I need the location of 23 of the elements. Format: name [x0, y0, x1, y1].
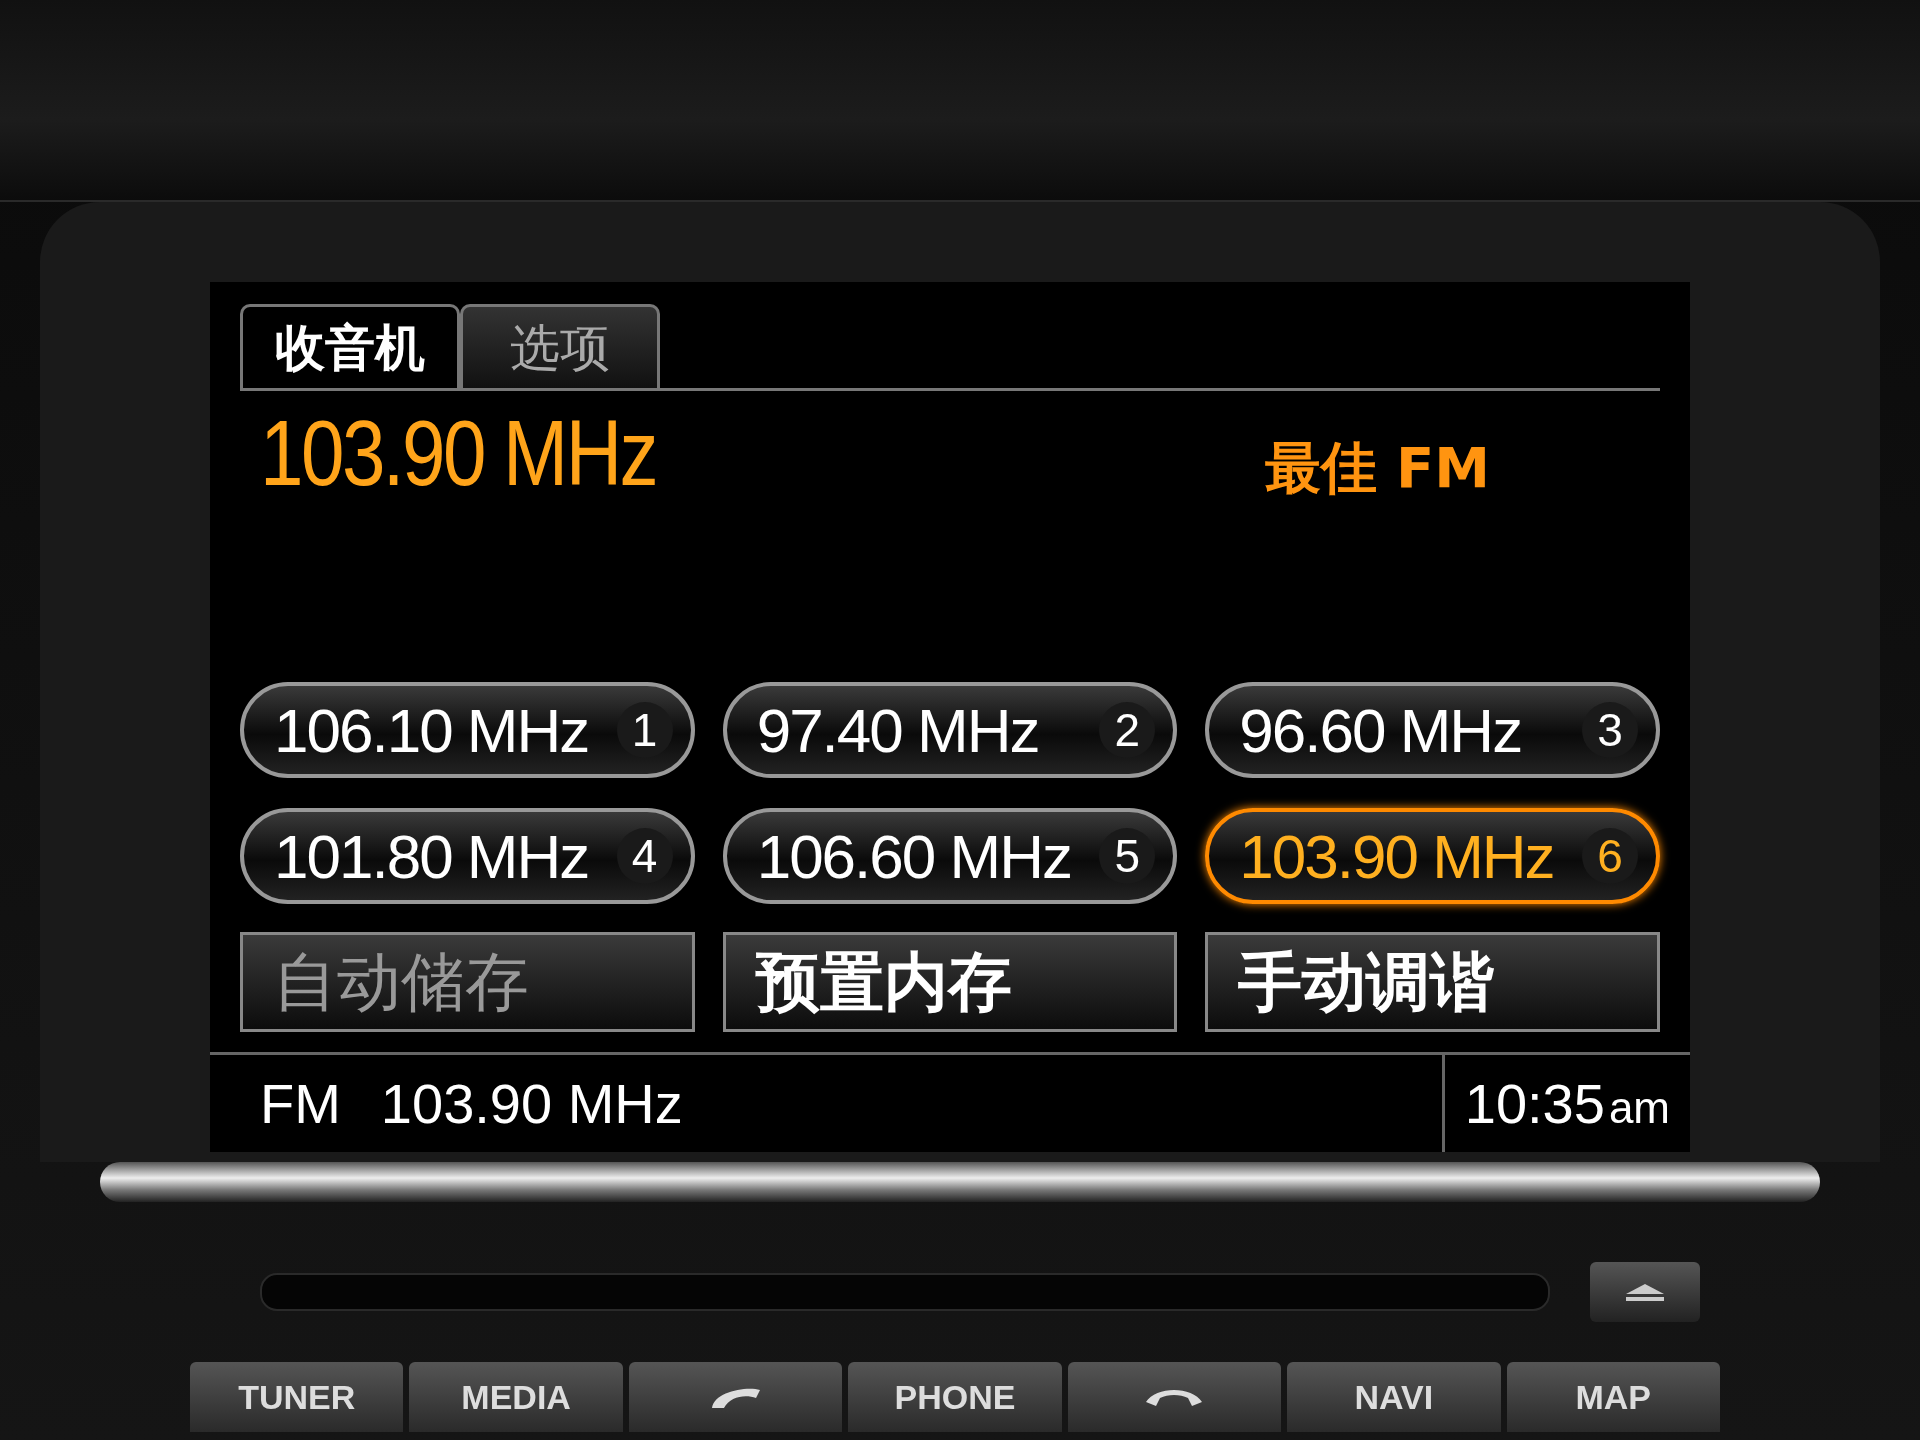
tab[interactable]: 选项 — [460, 304, 660, 388]
call-button[interactable] — [628, 1362, 843, 1432]
action-button[interactable]: 手动调谐 — [1205, 932, 1660, 1033]
tab[interactable]: 收音机 — [240, 304, 460, 388]
band-label: 最佳 FM — [1264, 434, 1490, 502]
hang-up-button[interactable] — [1067, 1362, 1282, 1432]
status-frequency: 103.90 MHz — [380, 1071, 683, 1137]
band-name: FM — [260, 1071, 341, 1137]
preset-button[interactable]: 106.10 MHz 1 — [240, 682, 695, 779]
hardware-button[interactable]: MAP — [1506, 1362, 1720, 1432]
preset-button[interactable]: 106.60 MHz 5 — [722, 808, 1178, 905]
preset-button[interactable]: 96.60 MHz 3 — [1205, 682, 1660, 779]
eject-button[interactable] — [1590, 1262, 1700, 1322]
hardware-button[interactable]: TUNER — [190, 1362, 404, 1432]
hardware-button[interactable]: PHONE — [848, 1362, 1062, 1432]
hardware-button[interactable]: MEDIA — [409, 1362, 623, 1432]
current-frequency: 103.90 MHz — [260, 401, 657, 506]
preset-button[interactable]: 101.80 MHz 4 — [240, 808, 695, 905]
action-button[interactable]: 预置内存 — [722, 932, 1178, 1033]
preset-button[interactable]: 103.90 MHz 6 — [1205, 808, 1660, 905]
preset-button[interactable]: 97.40 MHz 2 — [722, 682, 1178, 779]
hardware-button[interactable]: NAVI — [1287, 1362, 1501, 1432]
clock: 10:35am — [1464, 1071, 1670, 1137]
